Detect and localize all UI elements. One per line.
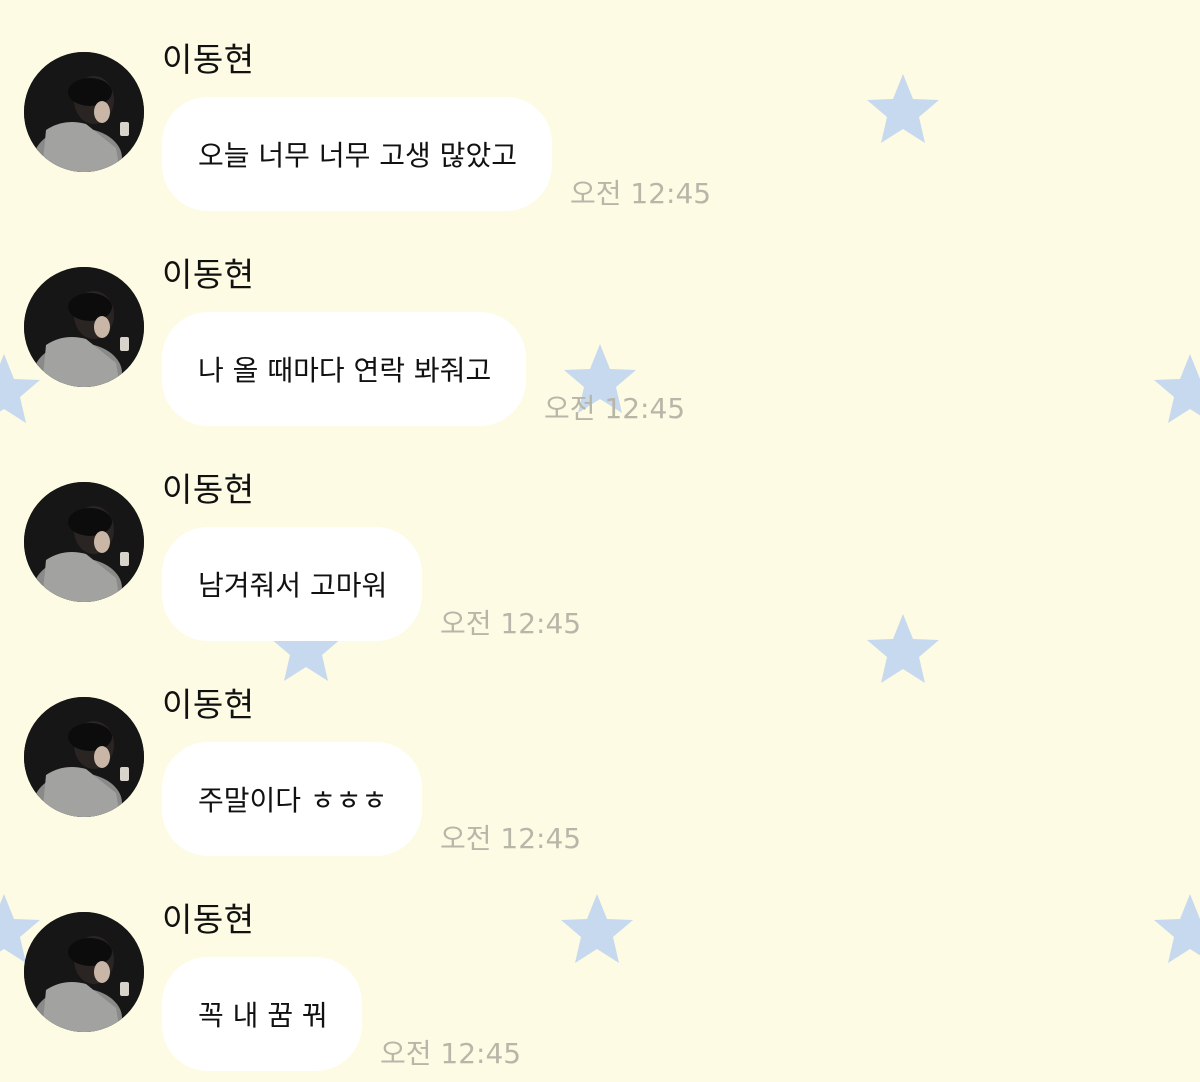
chat-message: 이동현 꼭 내 꿈 꿔 오전 12:45 <box>0 860 1200 1075</box>
message-bubble[interactable]: 오늘 너무 너무 고생 많았고 <box>162 97 552 211</box>
message-bubble[interactable]: 나 올 때마다 연락 봐줘고 <box>162 312 526 426</box>
chat-message: 이동현 남겨줘서 고마워 오전 12:45 <box>0 430 1200 645</box>
avatar[interactable] <box>24 912 144 1032</box>
chat-message: 이동현 주말이다 ㅎㅎㅎ 오전 12:45 <box>0 645 1200 860</box>
message-bubble[interactable]: 주말이다 ㅎㅎㅎ <box>162 742 422 856</box>
message-time: 오전 12:45 <box>440 607 582 640</box>
avatar[interactable] <box>24 267 144 387</box>
message-time: 오전 12:45 <box>440 822 582 855</box>
chat-message-list[interactable]: 이동현 오늘 너무 너무 고생 많았고 오전 12:45 이동현 나 올 때마다… <box>0 0 1200 1082</box>
sender-name: 이동현 <box>162 470 255 509</box>
message-bubble[interactable]: 남겨줘서 고마워 <box>162 527 422 641</box>
avatar[interactable] <box>24 482 144 602</box>
sender-name: 이동현 <box>162 40 255 79</box>
message-time: 오전 12:45 <box>544 392 686 425</box>
avatar[interactable] <box>24 697 144 817</box>
sender-name: 이동현 <box>162 685 255 724</box>
chat-message: 이동현 나 올 때마다 연락 봐줘고 오전 12:45 <box>0 215 1200 430</box>
message-bubble[interactable]: 꼭 내 꿈 꿔 <box>162 957 362 1071</box>
sender-name: 이동현 <box>162 255 255 294</box>
message-time: 오전 12:45 <box>380 1037 522 1070</box>
message-time: 오전 12:45 <box>570 177 712 210</box>
chat-message: 이동현 오늘 너무 너무 고생 많았고 오전 12:45 <box>0 0 1200 215</box>
avatar[interactable] <box>24 52 144 172</box>
sender-name: 이동현 <box>162 900 255 939</box>
